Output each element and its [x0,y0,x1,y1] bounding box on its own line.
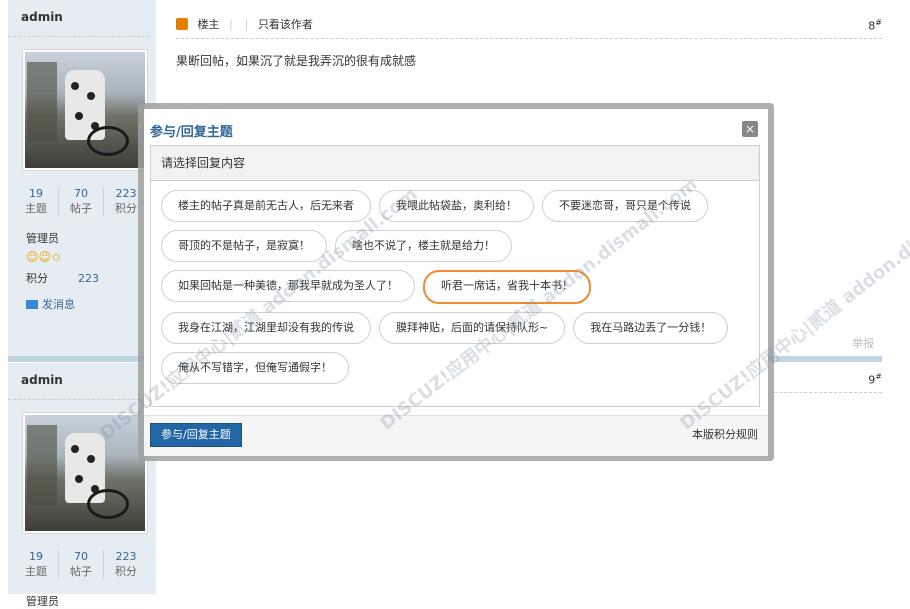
only-author-link[interactable]: 只看该作者 [258,18,313,31]
author-icon [176,18,188,30]
mail-icon [26,300,38,309]
reply-option[interactable]: 我在马路边丢了一分钱！ [573,312,729,344]
reply-prompt: 请选择回复内容 [151,146,759,181]
reply-dialog: 参与/回复主题 × 请选择回复内容 楼主的帖子真是前无古人，后无来者 我喂此帖袋盐… [144,109,768,456]
points-rules-link[interactable]: 本版积分规则 [692,426,758,442]
dialog-title: 参与/回复主题 [150,125,233,140]
author-badge: 楼主 [197,18,220,31]
floor-number[interactable]: 8# [868,18,882,33]
send-message-link[interactable]: 发消息 [26,296,156,312]
user-role: 管理员 [26,232,59,245]
user-stats: 19 主题 70 帖子 223 积分 [14,550,156,579]
user-role: 管理员 [26,595,59,608]
avatar[interactable] [22,412,148,534]
stat-points[interactable]: 223 积分 [104,550,148,579]
username[interactable]: admin [8,0,150,37]
reply-option[interactable]: 哥顶的不是帖子，是寂寞！ [161,230,327,262]
avatar[interactable] [22,49,148,171]
stat-threads[interactable]: 19 主题 [14,550,59,579]
stat-posts[interactable]: 70 帖子 [59,550,104,579]
post-content: 果断回帖，如果沉了就是我弄沉的很有成就感 [176,54,417,68]
report-link[interactable]: 举报 [852,335,874,351]
level-stars-icon: ☺☺✩ [26,250,62,264]
user-stats: 19 主题 70 帖子 223 积分 [14,187,156,216]
dialog-footer: 参与/回复主题 本版积分规则 [144,415,768,456]
floor-number[interactable]: 9# [868,372,882,387]
username[interactable]: admin [8,363,150,400]
reply-option[interactable]: 楼主的帖子真是前无古人，后无来者 [161,190,371,222]
post-header: 楼主 | | 只看该作者 8# [176,16,882,39]
close-icon[interactable]: × [742,121,758,137]
stat-threads[interactable]: 19 主题 [14,187,59,216]
submit-reply-button[interactable]: 参与/回复主题 [150,423,242,447]
user-sidebar-1: admin 19 主题 70 帖子 223 积分 管理员 ☺☺✩ 积分 223 发消息 [8,0,156,356]
user-points: 积分 223 [26,272,99,285]
stat-posts[interactable]: 70 帖子 [59,187,104,216]
